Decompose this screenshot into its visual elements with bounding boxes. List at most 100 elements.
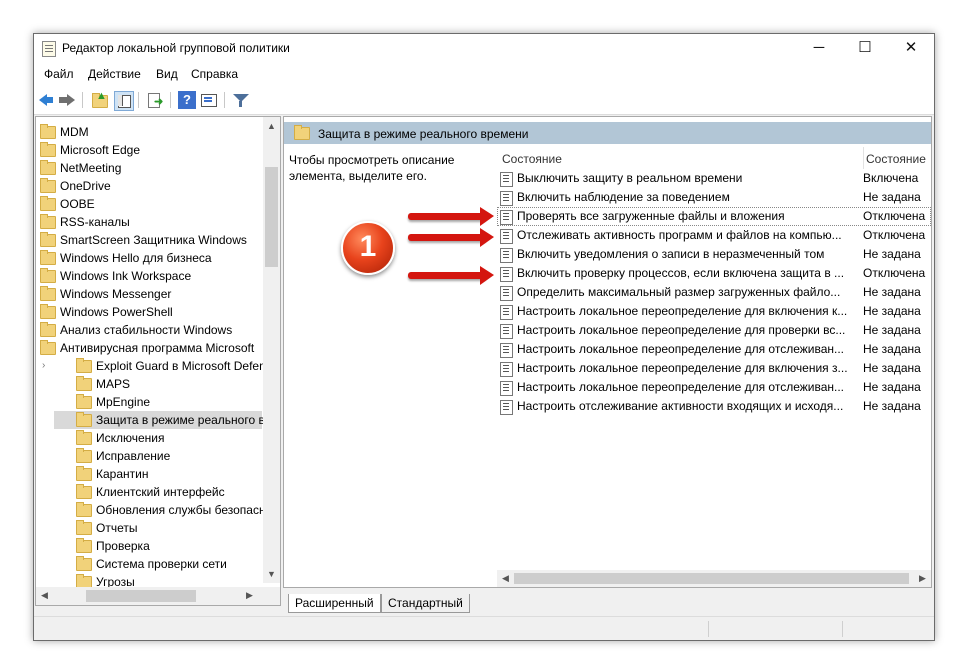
show-hide-tree-icon[interactable]	[114, 91, 134, 111]
policy-row[interactable]: Настроить отслеживание активности входящ…	[497, 397, 931, 416]
maximize-button[interactable]: ☐	[842, 34, 888, 62]
policy-row[interactable]: Настроить локальное переопределение для …	[497, 359, 931, 378]
tree-item[interactable]: Проверка	[54, 537, 262, 555]
policy-name: Настроить локальное переопределение для …	[517, 361, 847, 375]
details-header: Защита в режиме реального времени	[284, 122, 931, 144]
column-divider[interactable]	[863, 147, 864, 169]
tree-item[interactable]: MDM	[36, 123, 262, 141]
policy-state: Не задана	[863, 247, 921, 261]
description-text: Чтобы просмотреть описание элемента, выд…	[289, 153, 455, 183]
menu-help[interactable]: Справка	[191, 67, 238, 81]
properties-icon[interactable]	[200, 91, 218, 109]
tree-item[interactable]: Исключения	[54, 429, 262, 447]
minimize-button[interactable]: ─	[796, 34, 842, 62]
tree-item[interactable]: Карантин	[54, 465, 262, 483]
policy-row[interactable]: Определить максимальный размер загруженн…	[497, 283, 931, 302]
tree-item[interactable]: Защита в режиме реального вре	[54, 411, 278, 429]
tree-item[interactable]: OOBE	[36, 195, 262, 213]
scroll-left-icon[interactable]: ◀	[36, 590, 53, 601]
folder-icon	[40, 250, 56, 265]
expand-chevron-icon[interactable]: ›	[42, 357, 45, 375]
scroll-right-icon[interactable]: ▶	[914, 573, 931, 584]
export-list-icon[interactable]: ➜	[146, 91, 164, 109]
tree-item[interactable]: Обновления службы безопаснос	[54, 501, 278, 519]
tab-standard[interactable]: Стандартный	[381, 594, 470, 613]
tree-item[interactable]: Microsoft Edge	[36, 141, 262, 159]
policy-state: Не задана	[863, 399, 921, 413]
tree-item[interactable]: Windows Messenger	[36, 285, 262, 303]
scroll-up-icon[interactable]: ▲	[263, 121, 280, 131]
menu-file[interactable]: Файл	[44, 67, 74, 81]
filter-icon[interactable]	[232, 91, 250, 109]
details-title: Защита в режиме реального времени	[318, 127, 529, 141]
scroll-down-icon[interactable]: ▼	[263, 569, 280, 579]
policy-row[interactable]: Проверять все загруженные файлы и вложен…	[497, 207, 931, 226]
tree-item[interactable]: › Exploit Guard в Microsoft Defende	[42, 357, 279, 375]
tree-item[interactable]: Windows Ink Workspace	[36, 267, 262, 285]
policy-row[interactable]: Отслеживать активность программ и файлов…	[497, 226, 931, 245]
tree-item[interactable]: Антивирусная программа Microsoft	[36, 339, 262, 357]
tree-item[interactable]: Windows PowerShell	[36, 303, 262, 321]
tree-item[interactable]: SmartScreen Защитника Windows	[36, 231, 262, 249]
folder-icon	[76, 520, 92, 535]
policy-name: Выключить защиту в реальном времени	[517, 171, 743, 185]
tree-item[interactable]: MAPS	[54, 375, 262, 393]
folder-icon	[294, 125, 310, 140]
tree-vertical-scrollbar[interactable]: ▲ ▼	[263, 117, 280, 583]
toolbar-separator	[170, 92, 171, 108]
policy-row[interactable]: Включить наблюдение за поведением Не зада…	[497, 188, 931, 207]
toolbar-separator	[138, 92, 139, 108]
tree-item-label: Система проверки сети	[96, 557, 227, 571]
tree-item-label: Exploit Guard в Microsoft Defende	[96, 359, 280, 373]
step-number-badge: 1	[341, 221, 395, 275]
forward-icon[interactable]	[58, 91, 76, 109]
tree-item[interactable]: Система проверки сети	[54, 555, 262, 573]
policy-setting-icon	[500, 210, 513, 225]
policy-row[interactable]: Настроить локальное переопределение для …	[497, 378, 931, 397]
tree-item[interactable]: Анализ стабильности Windows	[36, 321, 262, 339]
tree-item-label: Отчеты	[96, 521, 138, 535]
folder-icon	[40, 232, 56, 247]
tree-item[interactable]: RSS-каналы	[36, 213, 262, 231]
tree-item[interactable]: MpEngine	[54, 393, 262, 411]
policy-row[interactable]: Включить уведомления о записи в неразмеч…	[497, 245, 931, 264]
policy-setting-icon	[500, 191, 513, 206]
folder-icon	[40, 214, 56, 229]
details-horizontal-scrollbar[interactable]: ◀ ▶	[497, 570, 931, 587]
menu-view[interactable]: Вид	[156, 67, 178, 81]
policy-row[interactable]: Настроить локальное переопределение для …	[497, 340, 931, 359]
policy-row[interactable]: Выключить защиту в реальном времени Включ…	[497, 169, 931, 188]
policy-setting-icon	[500, 324, 513, 339]
tree-item[interactable]: OneDrive	[36, 177, 262, 195]
tree-item[interactable]: Исправление	[54, 447, 262, 465]
tree-horizontal-scrollbar[interactable]: ◀ ▶	[36, 587, 280, 605]
up-folder-icon[interactable]: ▲	[90, 90, 108, 109]
details-pane: Защита в режиме реального времени Чтобы …	[283, 116, 932, 588]
menu-action[interactable]: Действие	[88, 67, 141, 81]
tree-item-label: NetMeeting	[60, 161, 122, 175]
policy-row[interactable]: Настроить локальное переопределение для …	[497, 302, 931, 321]
help-icon[interactable]: ?	[178, 91, 196, 109]
scroll-left-icon[interactable]: ◀	[497, 573, 514, 584]
scroll-right-icon[interactable]: ▶	[241, 590, 258, 601]
back-icon[interactable]	[38, 91, 56, 109]
policy-row[interactable]: Включить проверку процессов, если включе…	[497, 264, 931, 283]
tree-item-label: OOBE	[60, 197, 95, 211]
tree-item-label: RSS-каналы	[60, 215, 130, 229]
scroll-thumb[interactable]	[265, 167, 278, 267]
tree-item-label: Windows Ink Workspace	[60, 269, 192, 283]
tree-item[interactable]: Windows Hello для бизнеса	[36, 249, 262, 267]
scroll-thumb[interactable]	[86, 590, 196, 602]
tab-extended[interactable]: Расширенный	[288, 594, 381, 613]
folder-icon	[76, 502, 92, 517]
scroll-thumb[interactable]	[514, 573, 909, 584]
folder-icon	[76, 376, 92, 391]
close-button[interactable]: ✕	[888, 34, 934, 62]
tree-item[interactable]: Отчеты	[54, 519, 262, 537]
tree-item-label: Проверка	[96, 539, 150, 553]
column-header-state[interactable]: Состояние	[866, 152, 926, 166]
tree-item[interactable]: Клиентский интерфейс	[54, 483, 262, 501]
column-header-setting[interactable]: Состояние	[502, 152, 562, 166]
tree-item[interactable]: NetMeeting	[36, 159, 262, 177]
policy-row[interactable]: Настроить локальное переопределение для …	[497, 321, 931, 340]
